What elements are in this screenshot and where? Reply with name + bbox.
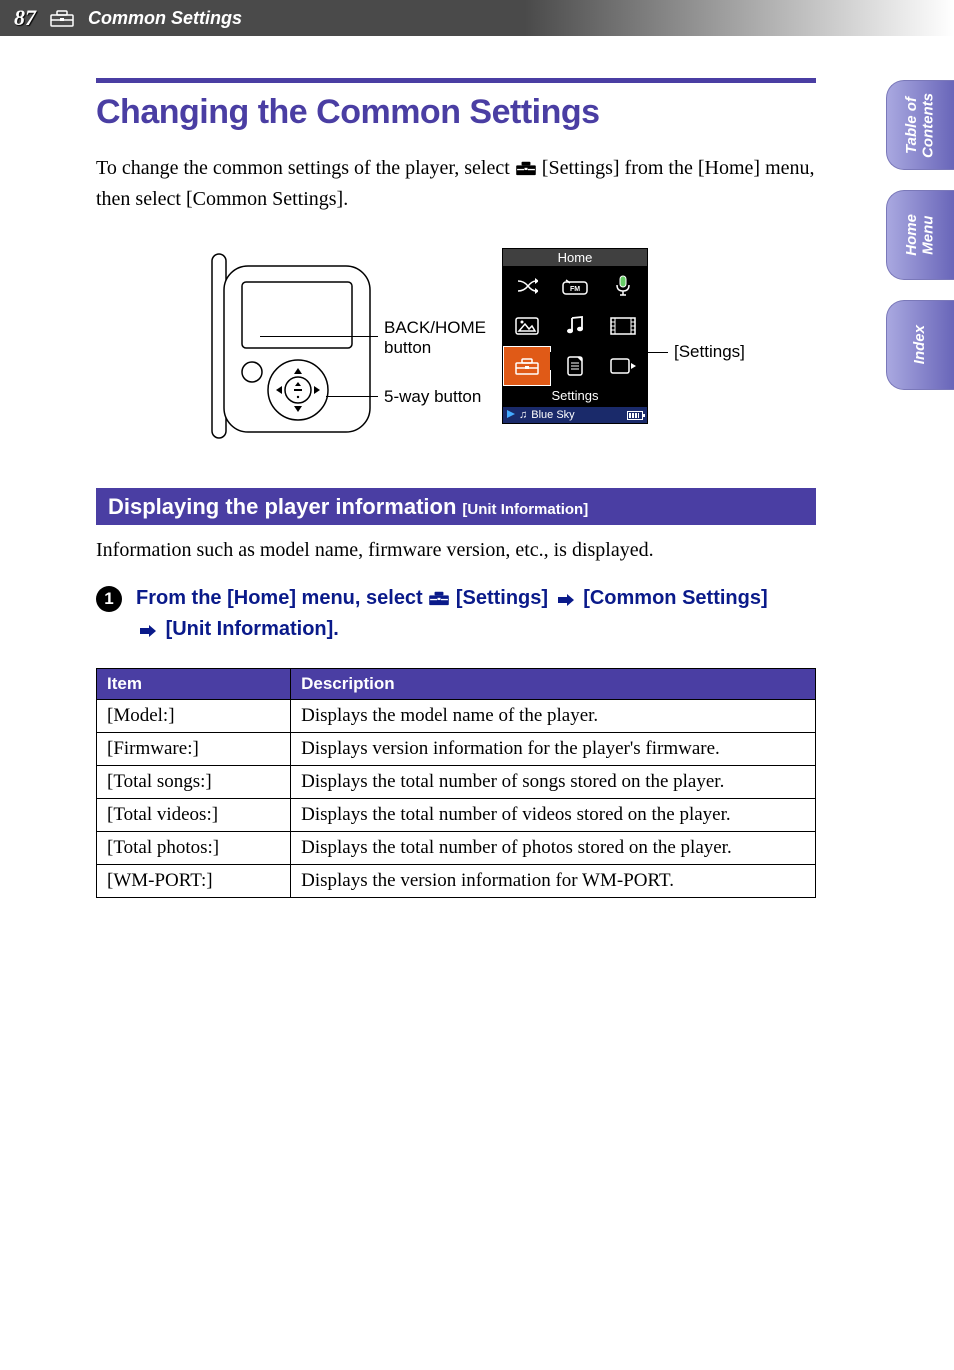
step-prefix: From the [Home] menu, select [136, 587, 428, 609]
svg-text:FM: FM [570, 286, 580, 293]
home-item-fm: FM [551, 266, 599, 306]
table-header-item: Item [97, 669, 291, 700]
home-item-photos [503, 306, 551, 346]
table-cell-item: [Model:] [97, 700, 291, 733]
screen-selected-label: Settings [503, 386, 647, 407]
unit-information-table: Item Description [Model:] Displays the m… [96, 668, 816, 898]
screen-nowplaying-bar: ♫ Blue Sky [503, 407, 647, 423]
step-1: 1 From the [Home] menu, select [Settings… [96, 584, 816, 646]
table-header-desc: Description [291, 669, 816, 700]
device-diagram: BACK/HOME button 5-way button Home FM S [206, 248, 816, 448]
table-row: [Total songs:] Displays the total number… [97, 766, 816, 799]
callout-back-home: BACK/HOME button [384, 318, 494, 358]
now-playing-title: Blue Sky [531, 409, 574, 421]
tab-home-menu[interactable]: Home Menu [886, 190, 954, 280]
step-seg2: [Common Settings] [583, 587, 767, 609]
page-content: Changing the Common Settings To change t… [96, 78, 816, 898]
header-section-title: Common Settings [88, 8, 242, 29]
side-tabs: Table of Contents Home Menu Index [886, 80, 954, 390]
battery-icon [627, 411, 643, 420]
page-title: Changing the Common Settings [96, 93, 816, 132]
home-item-settings [503, 346, 551, 386]
callout-line [550, 352, 668, 353]
device-outline-icon [206, 248, 376, 449]
section-description: Information such as model name, firmware… [96, 539, 816, 562]
tab-label: Index [912, 325, 929, 364]
step-seg1: [Settings] [456, 587, 548, 609]
arrow-right-icon [558, 586, 574, 615]
table-row: [Model:] Displays the model name of the … [97, 700, 816, 733]
table-cell-item: [Total photos:] [97, 832, 291, 865]
table-row: [Firmware:] Displays version information… [97, 733, 816, 766]
home-item-shuffle [503, 266, 551, 306]
screen-title: Home [503, 249, 647, 266]
title-rule [96, 78, 816, 83]
table-row: [Total photos:] Displays the total numbe… [97, 832, 816, 865]
callout-line [326, 396, 378, 397]
tab-table-of-contents[interactable]: Table of Contents [886, 80, 954, 170]
toolbox-icon [428, 586, 450, 615]
home-item-mic [599, 266, 647, 306]
step-number-badge: 1 [96, 586, 122, 612]
home-icon-grid: FM [503, 266, 647, 386]
table-cell-item: [Total videos:] [97, 799, 291, 832]
tab-index[interactable]: Index [886, 300, 954, 390]
table-cell-desc: Displays the total number of songs store… [291, 766, 816, 799]
tab-label: Home Menu [904, 214, 937, 256]
toolbox-icon [50, 9, 74, 27]
step-seg3: [Unit Information]. [166, 618, 339, 640]
intro-text-1: To change the common settings of the pla… [96, 157, 515, 179]
table-row: [WM-PORT:] Displays the version informat… [97, 865, 816, 898]
table-cell-item: [Firmware:] [97, 733, 291, 766]
home-item-videos [599, 306, 647, 346]
section-sub-title: [Unit Information] [462, 501, 588, 518]
callout-line [260, 336, 378, 337]
tab-label: Table of Contents [904, 93, 937, 158]
table-cell-item: [WM-PORT:] [97, 865, 291, 898]
table-row: [Total videos:] Displays the total numbe… [97, 799, 816, 832]
callout-settings: [Settings] [674, 342, 745, 362]
table-cell-desc: Displays the total number of videos stor… [291, 799, 816, 832]
table-cell-desc: Displays the total number of photos stor… [291, 832, 816, 865]
table-cell-desc: Displays version information for the pla… [291, 733, 816, 766]
toolbox-icon [515, 156, 537, 185]
step-instruction: From the [Home] menu, select [Settings] … [136, 584, 768, 646]
table-cell-desc: Displays the version information for WM-… [291, 865, 816, 898]
device-screen: Home FM Settings ♫ [502, 248, 648, 424]
page-number: 87 [14, 5, 36, 31]
play-icon [507, 409, 515, 421]
table-cell-item: [Total songs:] [97, 766, 291, 799]
home-item-music [551, 306, 599, 346]
intro-paragraph: To change the common settings of the pla… [96, 154, 816, 214]
table-cell-desc: Displays the model name of the player. [291, 700, 816, 733]
section-banner: Displaying the player information [Unit … [96, 488, 816, 525]
callout-five-way: 5-way button [384, 387, 481, 407]
music-note-icon: ♫ [519, 409, 527, 421]
arrow-right-icon [140, 617, 156, 646]
callout-line [550, 352, 551, 370]
page-header: 87 Common Settings [0, 0, 954, 36]
section-main-title: Displaying the player information [108, 494, 456, 520]
table-header-row: Item Description [97, 669, 816, 700]
